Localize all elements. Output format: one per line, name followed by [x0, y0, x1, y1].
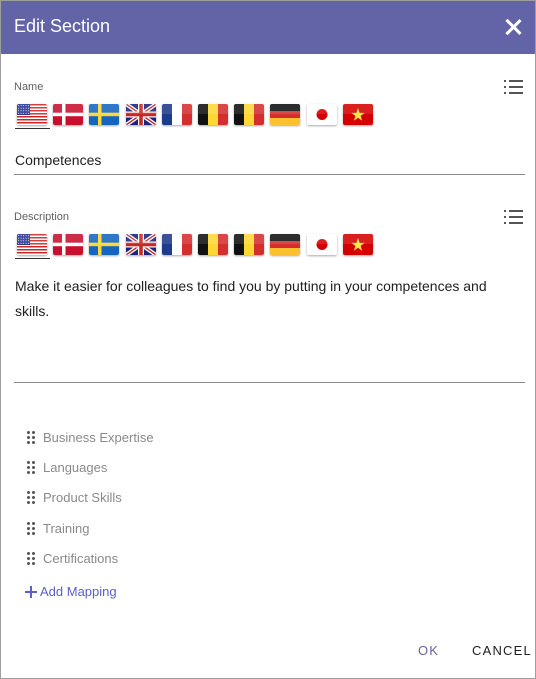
denmark-flag-icon[interactable]: [53, 234, 84, 255]
france-flag-icon[interactable]: [161, 104, 192, 125]
belgium-flag-icon[interactable]: [234, 104, 265, 125]
dialog-title: Edit Section: [14, 16, 111, 36]
drag-handle-icon[interactable]: [27, 491, 37, 505]
description-textarea[interactable]: Make it easier for colleagues to find yo…: [15, 274, 515, 324]
drag-handle-icon[interactable]: [27, 461, 37, 475]
vietnam-flag-icon[interactable]: [342, 104, 373, 125]
description-label: Description: [14, 211, 70, 223]
mapping-item-label: Business Expertise: [43, 430, 154, 445]
drag-handle-icon[interactable]: [27, 431, 37, 445]
japan-flag-icon[interactable]: [306, 104, 337, 125]
close-icon[interactable]: [502, 16, 524, 38]
sweden-flag-icon[interactable]: [89, 104, 120, 125]
description-textarea-underline: [14, 382, 525, 383]
name-input[interactable]: Competences: [15, 152, 101, 168]
sweden-flag-icon[interactable]: [89, 234, 120, 255]
description-translations-menu-icon[interactable]: [504, 210, 523, 224]
mapping-item-label: Languages: [43, 460, 108, 476]
france-flag-icon[interactable]: [161, 234, 192, 255]
denmark-flag-icon[interactable]: [53, 104, 84, 125]
japan-flag-icon[interactable]: [306, 234, 337, 255]
edit-section-dialog: Edit Section Name Competences Descriptio…: [0, 0, 536, 679]
drag-handle-icon[interactable]: [27, 521, 37, 536]
belgium-flag-icon[interactable]: [198, 234, 228, 255]
us-flag-icon[interactable]: [17, 234, 47, 255]
drag-handle-icon[interactable]: [27, 551, 37, 566]
name-label: Name: [14, 81, 44, 93]
name-selected-language-indicator: [15, 128, 50, 129]
description-selected-language-indicator: [15, 258, 50, 259]
mapping-item-label: Training: [43, 520, 90, 536]
mapping-item-label: Certifications: [43, 550, 119, 566]
belgium-flag-icon[interactable]: [234, 234, 265, 255]
dialog-header: Edit Section: [1, 1, 535, 54]
cancel-button[interactable]: CANCEL: [472, 643, 532, 658]
germany-flag-icon[interactable]: [270, 104, 301, 125]
add-mapping-label: Add Mapping: [40, 584, 117, 599]
vietnam-flag-icon[interactable]: [342, 234, 373, 255]
uk-flag-icon[interactable]: [125, 234, 156, 255]
plus-icon: [25, 583, 38, 601]
us-flag-icon[interactable]: [17, 104, 47, 125]
name-input-underline: [14, 174, 525, 175]
germany-flag-icon[interactable]: [270, 234, 301, 255]
name-translations-menu-icon[interactable]: [504, 80, 523, 94]
mapping-item-label: Product Skills: [43, 490, 122, 506]
ok-button[interactable]: OK: [418, 643, 439, 658]
uk-flag-icon[interactable]: [125, 104, 156, 125]
belgium-flag-icon[interactable]: [198, 104, 228, 125]
